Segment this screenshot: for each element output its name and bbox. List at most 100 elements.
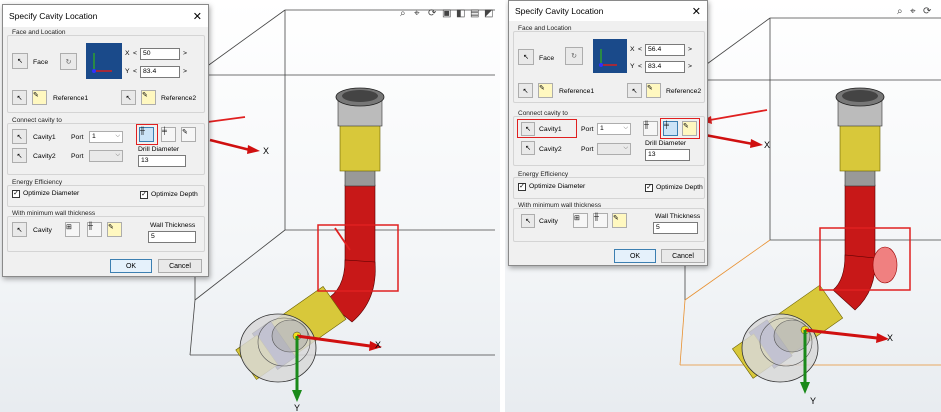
reference1-tool-icon[interactable]: ✎ (32, 90, 47, 105)
wall-thickness-label: Wall Thickness (655, 213, 701, 220)
dialog-titlebar: Specify Cavity Location ✕ (3, 5, 208, 27)
zoom-area-icon[interactable]: ⌖ (910, 6, 916, 17)
port2-select[interactable] (597, 143, 631, 155)
y-inc[interactable]: > (183, 68, 187, 75)
wall-group-label: With minimum wall thickness (12, 210, 96, 217)
wall-tool-2-icon[interactable]: ╫ (593, 213, 608, 228)
reference1-tool-icon[interactable]: ✎ (538, 83, 553, 98)
y-coord-field[interactable]: 83.4 (140, 66, 180, 78)
right-pane: X X Y ⌕ ⌖ ⟳ Specify Cavity Location ✕ Fa… (505, 0, 941, 412)
optimize-depth-label: Optimize Depth (151, 191, 198, 198)
wall-tool-2-icon[interactable]: ╫ (87, 222, 102, 237)
wall-tool-3-icon[interactable]: ✎ (107, 222, 122, 237)
connect-tool-3-icon[interactable]: ✎ (181, 127, 196, 142)
drill-diameter-field[interactable]: 13 (138, 155, 186, 167)
optimize-diameter-label: Optimize Diameter (529, 183, 586, 190)
y-coord-label: Y (630, 63, 635, 70)
connect-cavity-label: Connect cavity to (12, 117, 62, 124)
y-axis-label: Y (810, 396, 817, 406)
face-select-button[interactable]: ↖ (518, 49, 534, 65)
optimize-depth-checkbox[interactable]: ✓ (140, 191, 148, 199)
face-preview-image (86, 43, 122, 79)
connect-tool-2-icon[interactable]: ╪ (161, 127, 176, 142)
y-coord-label: Y (125, 68, 130, 75)
reference2-tool-icon[interactable]: ✎ (646, 83, 661, 98)
reference1-select-button[interactable]: ↖ (518, 83, 533, 98)
display-style-icon[interactable]: ◧ (456, 8, 465, 19)
ok-button[interactable]: OK (614, 249, 656, 263)
rotate-icon[interactable]: ⟳ (428, 8, 436, 19)
wall-thickness-field[interactable]: 5 (653, 222, 698, 234)
port2-select[interactable] (89, 150, 123, 162)
hide-show-icon[interactable]: ◩ (484, 8, 493, 19)
port2-label: Port (71, 153, 84, 160)
view-orient-icon[interactable]: ▣ (442, 8, 451, 19)
dialog-title: Specify Cavity Location (9, 11, 98, 21)
reference2-label: Reference2 (161, 95, 197, 102)
port-label: Port (71, 134, 84, 141)
port1-select[interactable]: 1 (89, 131, 123, 143)
optimize-diameter-checkbox[interactable]: ✓ (12, 190, 20, 198)
face-select-button[interactable]: ↖ (12, 53, 28, 69)
left-pane: X X Y ⌕ ⌖ ⟳ ▣ ◧ ▤ ◩ Specify Cavity Locat… (0, 0, 500, 412)
x-coord-field[interactable]: 56.4 (645, 44, 685, 56)
y-inc[interactable]: > (688, 63, 692, 70)
reset-button[interactable]: ↻ (60, 53, 77, 70)
close-icon[interactable]: ✕ (692, 5, 701, 18)
drill-diameter-field[interactable]: 13 (645, 149, 690, 161)
specify-cavity-dialog: Specify Cavity Location ✕ Face and Locat… (508, 0, 708, 266)
reference2-select-button[interactable]: ↖ (121, 90, 136, 105)
x-coord-label: X (630, 46, 635, 53)
zoom-icon[interactable]: ⌕ (400, 8, 406, 19)
ok-button[interactable]: OK (110, 259, 152, 273)
section-view-icon[interactable]: ▤ (470, 8, 479, 19)
connect-tool-1-icon[interactable]: ╫ (643, 121, 658, 136)
reference1-select-button[interactable]: ↖ (12, 90, 27, 105)
reference1-label: Reference1 (53, 95, 89, 102)
face-location-label: Face and Location (518, 25, 572, 32)
port1-select[interactable]: 1 (597, 123, 631, 135)
x-coord-field[interactable]: 50 (140, 48, 180, 60)
x-axis-label: X (887, 333, 894, 343)
optimize-depth-checkbox[interactable]: ✓ (645, 184, 653, 192)
cavity-select-button[interactable]: ↖ (12, 222, 27, 237)
x-dec[interactable]: < (133, 50, 137, 57)
cavity-label: Cavity (33, 227, 52, 234)
annotation-arrow (709, 109, 768, 121)
dialog-titlebar: Specify Cavity Location ✕ (509, 1, 707, 21)
rotate-icon[interactable]: ⟳ (923, 6, 931, 17)
bounding-box-wireframe (684, 17, 941, 300)
face-label: Face (33, 59, 49, 66)
x-axis-label: X (375, 340, 382, 350)
face-preview-image (593, 39, 627, 73)
y-dec[interactable]: < (133, 68, 137, 75)
x-inc[interactable]: > (183, 50, 187, 57)
y-coord-field[interactable]: 83.4 (645, 61, 685, 73)
reference2-tool-icon[interactable]: ✎ (141, 90, 156, 105)
cancel-button[interactable]: Cancel (661, 249, 705, 263)
wall-group-label: With minimum wall thickness (518, 202, 602, 209)
wall-thickness-field[interactable]: 5 (148, 231, 196, 243)
wall-tool-1-icon[interactable]: ⊞ (573, 213, 588, 228)
cancel-button[interactable]: Cancel (158, 259, 202, 273)
cavity2-label: Cavity2 (33, 153, 56, 160)
zoom-icon[interactable]: ⌕ (897, 6, 903, 17)
wall-tool-3-icon[interactable]: ✎ (612, 213, 627, 228)
x-inc[interactable]: > (688, 46, 692, 53)
cavity2-select-button[interactable]: ↖ (521, 141, 535, 155)
wall-tool-1-icon[interactable]: ⊞ (65, 222, 80, 237)
zoom-area-icon[interactable]: ⌖ (414, 8, 420, 19)
cavity1-select-button[interactable]: ↖ (12, 129, 27, 144)
cavity-select-button[interactable]: ↖ (521, 214, 535, 228)
face-label: Face (539, 55, 555, 62)
optimize-diameter-checkbox[interactable]: ✓ (518, 183, 526, 191)
x-dec[interactable]: < (638, 46, 642, 53)
cavity2-select-button[interactable]: ↖ (12, 148, 27, 163)
reference2-select-button[interactable]: ↖ (627, 83, 642, 98)
close-icon[interactable]: ✕ (193, 10, 202, 23)
reset-button[interactable]: ↻ (565, 47, 583, 65)
specify-cavity-dialog: Specify Cavity Location ✕ Face and Locat… (2, 4, 209, 277)
y-dec[interactable]: < (638, 63, 642, 70)
cavity1-highlight (517, 119, 577, 138)
face-location-label: Face and Location (12, 29, 66, 36)
